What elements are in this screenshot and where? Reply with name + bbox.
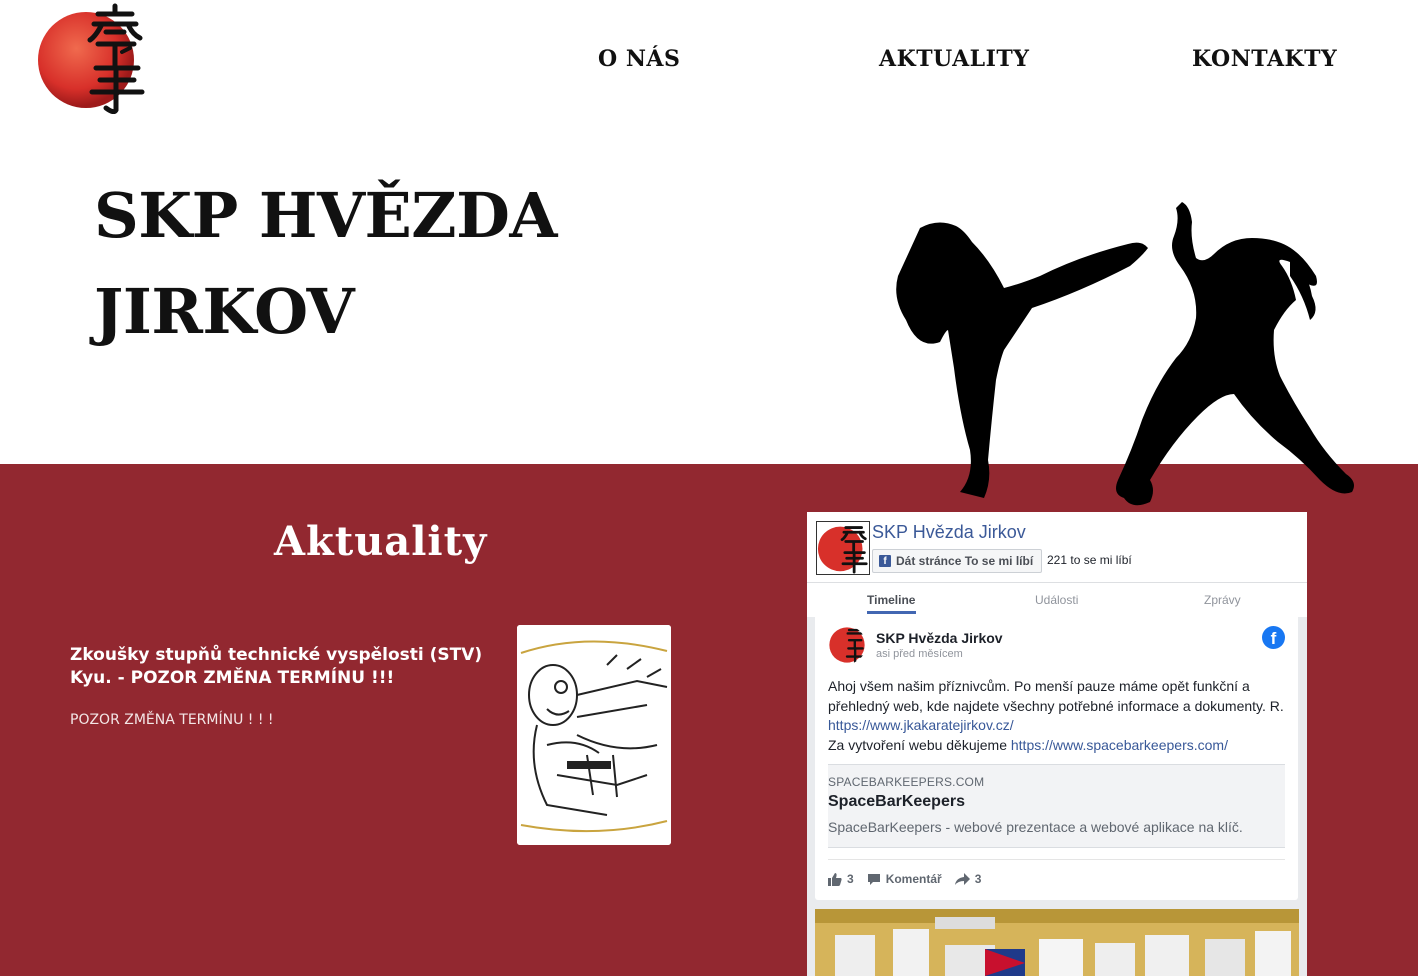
facebook-f-icon: f bbox=[879, 555, 891, 567]
news-item-title[interactable]: Zkoušky stupňů technické vyspělosti (STV… bbox=[70, 644, 490, 690]
like-action[interactable]: 3 bbox=[828, 872, 854, 886]
tab-timeline[interactable]: Timeline bbox=[867, 593, 915, 607]
post-author-name[interactable]: SKP Hvězda Jirkov bbox=[876, 630, 1003, 646]
hero-title-line-1: SKP HVĚZDA bbox=[94, 179, 557, 252]
comment-label: Komentář bbox=[885, 872, 942, 886]
link-preview-description: SpaceBarKeepers - webové prezentace a we… bbox=[828, 819, 1243, 835]
news-item-excerpt: POZOR ZMĚNA TERMÍNU ! ! ! bbox=[70, 712, 274, 728]
share-action[interactable]: 3 bbox=[954, 872, 982, 886]
facebook-page-widget: SKP Hvězda Jirkov f Dát stránce To se mi… bbox=[807, 512, 1307, 976]
post-text: Ahoj všem našim příznivcům. Po menší pau… bbox=[828, 677, 1290, 755]
facebook-header: SKP Hvězda Jirkov f Dát stránce To se mi… bbox=[807, 512, 1307, 582]
facebook-tabs: Timeline Události Zprávy bbox=[807, 582, 1307, 617]
facebook-page-logo[interactable] bbox=[816, 521, 870, 575]
facebook-logo-icon[interactable]: f bbox=[1262, 626, 1285, 649]
post-actions-divider bbox=[828, 859, 1285, 860]
nav-link-kontakty[interactable]: KONTAKTY bbox=[1192, 46, 1337, 72]
link-preview-domain: SPACEBARKEEPERS.COM bbox=[828, 775, 985, 789]
facebook-post: SKP Hvězda Jirkov asi před měsícem f Aho… bbox=[815, 616, 1298, 900]
post-timestamp[interactable]: asi před měsícem bbox=[876, 648, 963, 660]
hero-title: SKP HVĚZDA JIRKOV bbox=[94, 168, 654, 360]
facebook-page-name[interactable]: SKP Hvězda Jirkov bbox=[872, 522, 1026, 543]
nav-link-aktuality[interactable]: AKTUALITY bbox=[879, 46, 1029, 72]
facebook-post-photo[interactable] bbox=[815, 909, 1299, 976]
comment-bubble-icon bbox=[867, 873, 880, 885]
karate-kanji-logo-icon bbox=[817, 526, 868, 574]
like-count: 3 bbox=[847, 872, 854, 886]
post-author-avatar[interactable] bbox=[828, 626, 866, 664]
post-text-line-2: Za vytvoření webu děkujeme bbox=[828, 736, 1011, 753]
karate-kanji-logo-icon bbox=[829, 627, 866, 664]
tab-udalosti[interactable]: Události bbox=[1035, 593, 1078, 607]
comment-action[interactable]: Komentář bbox=[867, 872, 942, 886]
news-section-heading: Aktuality bbox=[274, 518, 488, 565]
post-link-spacebarkeepers[interactable]: https://www.spacebarkeepers.com/ bbox=[1011, 737, 1228, 753]
share-count: 3 bbox=[974, 872, 982, 886]
post-actions: 3 Komentář 3 bbox=[828, 872, 994, 886]
tab-zpravy[interactable]: Zprávy bbox=[1204, 593, 1241, 607]
karate-fighters-illustration bbox=[896, 202, 1354, 506]
gym-banners-photo-icon bbox=[815, 909, 1299, 976]
nav-link-o-nas[interactable]: O NÁS bbox=[598, 46, 680, 72]
news-item-image[interactable] bbox=[517, 625, 671, 845]
share-arrow-icon bbox=[954, 872, 970, 885]
club-logo[interactable] bbox=[36, 2, 148, 115]
facebook-like-button-label: Dát stránce To se mi líbí bbox=[896, 554, 1034, 568]
post-text-line-1: Ahoj všem našim příznivcům. Po menší pau… bbox=[828, 678, 1284, 714]
thumbs-up-icon bbox=[828, 872, 842, 886]
facebook-like-count: 221 to se mi líbí bbox=[1047, 553, 1132, 567]
hero-title-line-2: JIRKOV bbox=[94, 275, 355, 348]
karate-cartoon-sketch-icon bbox=[517, 625, 671, 845]
post-link-jkakaratejirkov[interactable]: https://www.jkakaratejirkov.cz/ bbox=[828, 717, 1014, 733]
post-link-preview-card[interactable]: SPACEBARKEEPERS.COM SpaceBarKeepers Spac… bbox=[828, 764, 1285, 848]
karate-kanji-logo-icon bbox=[38, 3, 145, 115]
link-preview-title: SpaceBarKeepers bbox=[828, 793, 965, 810]
active-tab-indicator bbox=[867, 611, 916, 614]
facebook-like-page-button[interactable]: f Dát stránce To se mi líbí bbox=[872, 549, 1043, 573]
